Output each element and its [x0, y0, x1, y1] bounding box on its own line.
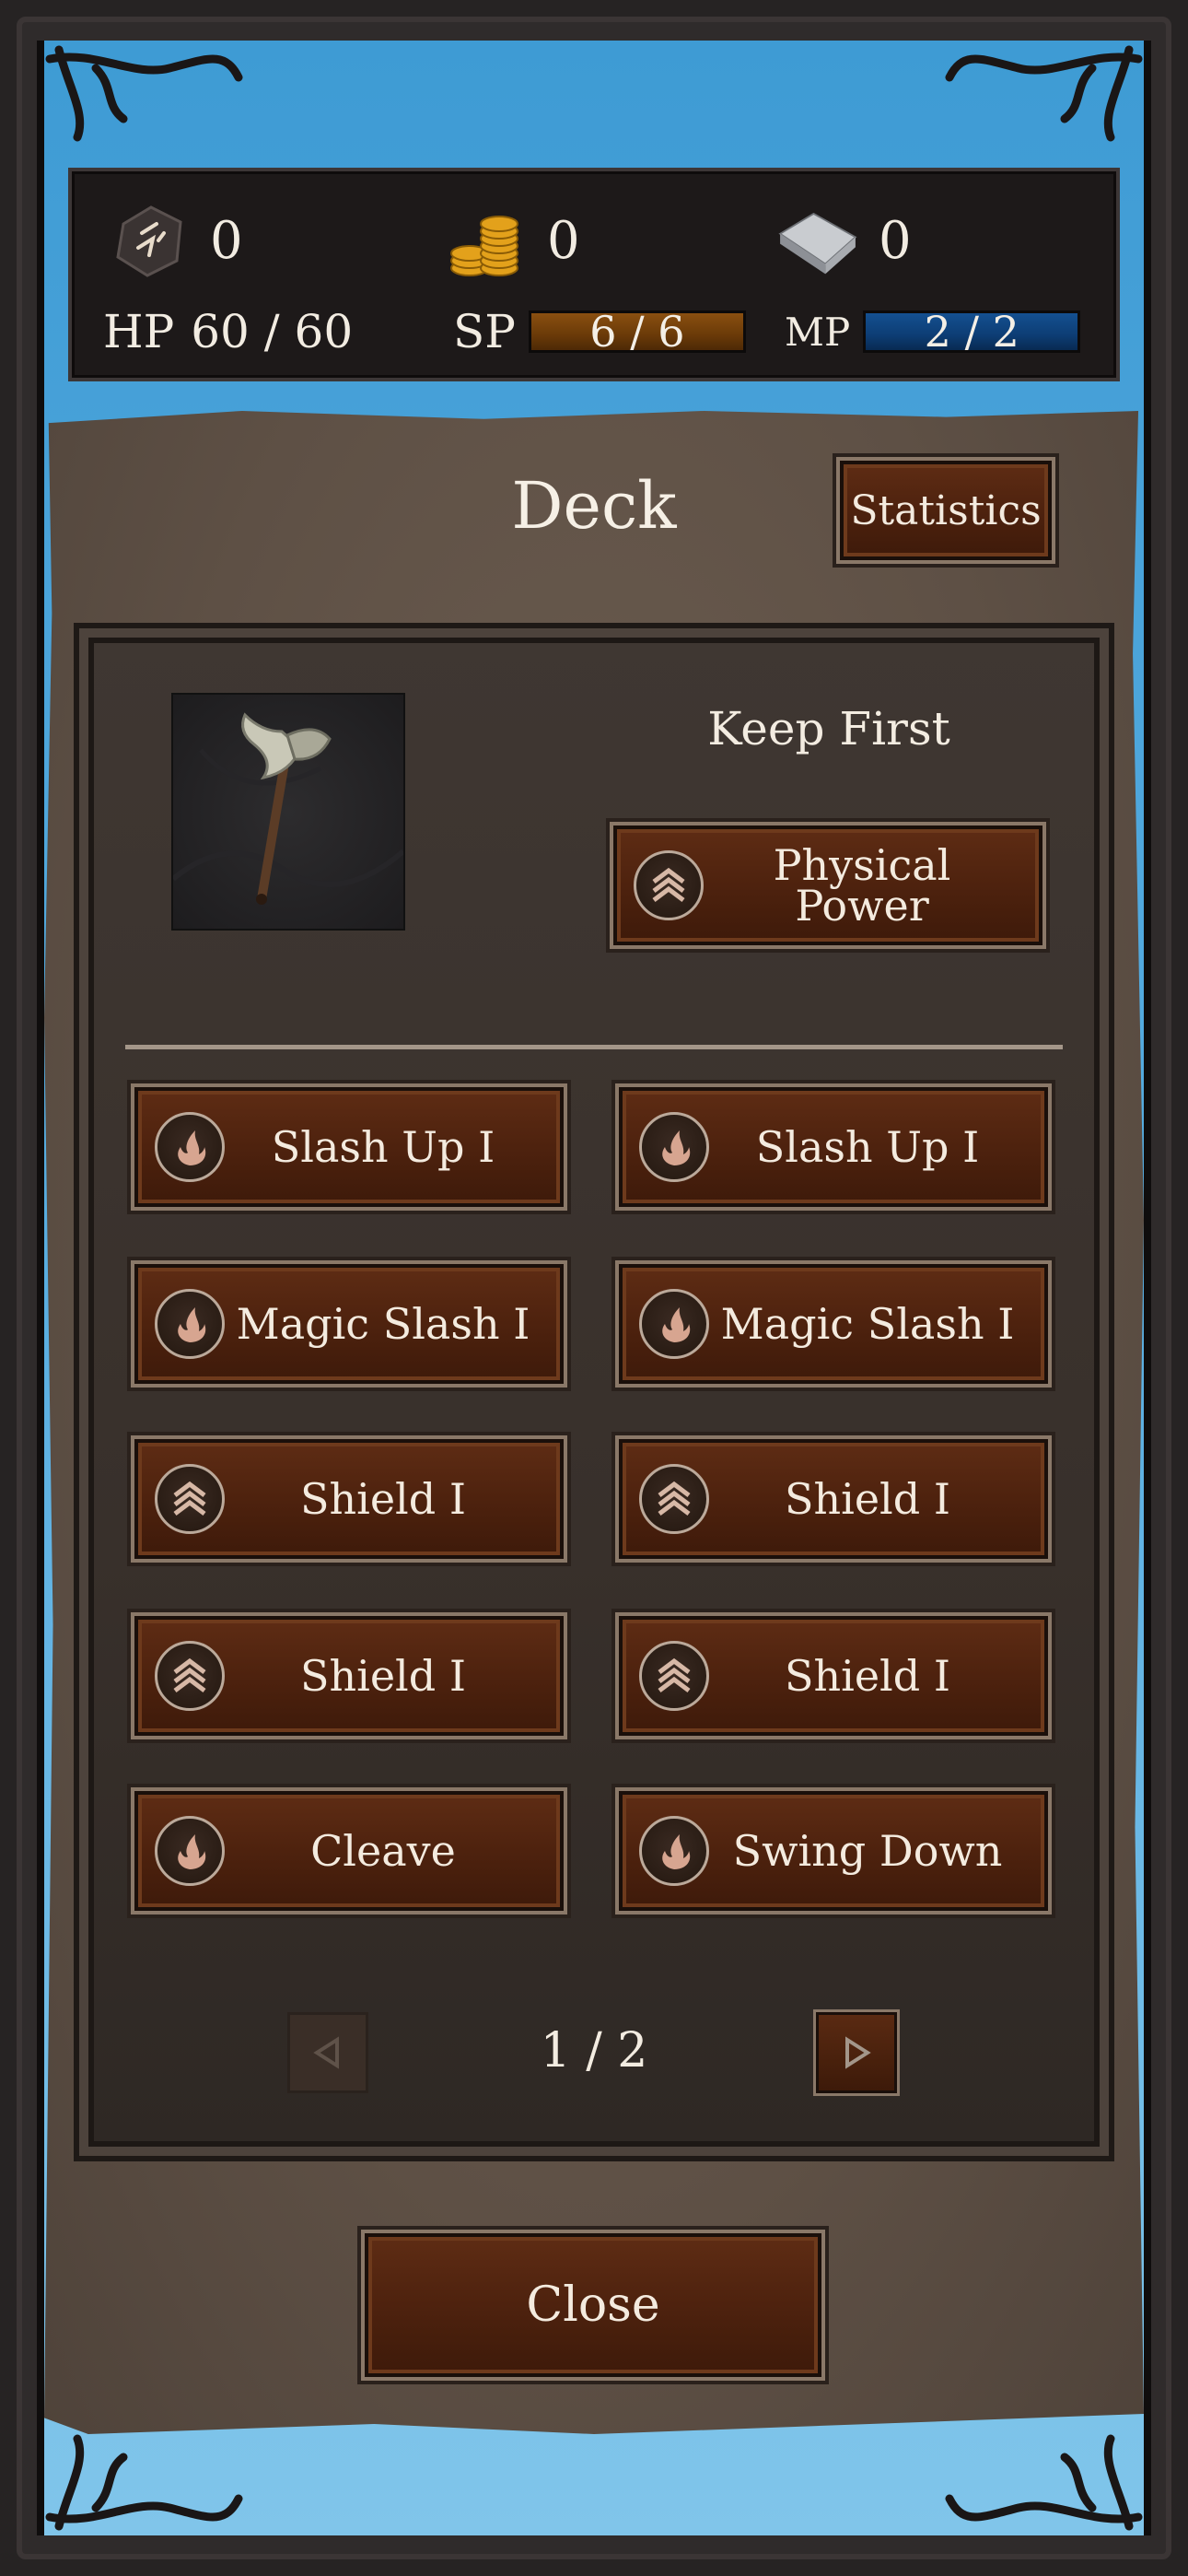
weapon-image [171, 693, 405, 931]
resource-gold: 0 [440, 199, 580, 282]
card-label: Slash Up I [271, 1122, 495, 1172]
deck-card[interactable]: Swing Down [619, 1791, 1048, 1911]
hp-value: 60 / 60 [191, 305, 354, 358]
deck-card[interactable]: Magic Slash I [134, 1264, 564, 1384]
gold-count: 0 [547, 210, 580, 271]
thorn-vine-decoration [41, 2434, 243, 2535]
flame-slash-icon [155, 1112, 225, 1182]
gold-coins-icon [440, 194, 532, 287]
page-indicator: 1 / 2 [540, 2023, 648, 2078]
sp-display: SP 6 / 6 [453, 302, 746, 361]
hp-display: HP 60 / 60 [103, 302, 353, 361]
divider [125, 1045, 1063, 1049]
thorn-vine-decoration [945, 41, 1147, 142]
rune-stone-icon [103, 194, 195, 287]
deck-card[interactable]: Magic Slash I [619, 1264, 1048, 1384]
flame-slash-icon [639, 1289, 709, 1359]
triangle-right-icon [845, 2036, 871, 2069]
sp-bar: 6 / 6 [528, 310, 746, 353]
keep-first-label: Keep First [707, 702, 950, 755]
resource-runes: 0 [103, 199, 243, 282]
deck-card[interactable]: Shield I [619, 1616, 1048, 1736]
mp-bar: 2 / 2 [863, 310, 1081, 353]
sp-label: SP [453, 305, 516, 358]
card-label: Shield I [784, 1651, 951, 1701]
deck-card[interactable]: Shield I [134, 1616, 564, 1736]
mp-value: 2 / 2 [924, 310, 1019, 353]
chevron-up-icon [639, 1641, 709, 1711]
battle-axe-icon [171, 712, 405, 905]
chevron-up-icon [634, 850, 704, 920]
flame-slash-icon [639, 1816, 709, 1886]
ingot-count: 0 [879, 210, 912, 271]
hp-label: HP [103, 305, 175, 358]
flame-slash-icon [155, 1816, 225, 1886]
statistics-button[interactable]: Statistics [840, 461, 1052, 560]
sp-value: 6 / 6 [589, 310, 685, 353]
thorn-vine-decoration [945, 2434, 1147, 2535]
next-page-button[interactable] [816, 2012, 897, 2093]
close-button[interactable]: Close [365, 2233, 821, 2377]
chevron-up-icon [155, 1464, 225, 1534]
thorn-vine-decoration [41, 41, 243, 142]
card-label: Slash Up I [755, 1122, 980, 1172]
runes-count: 0 [210, 210, 243, 271]
prev-page-button[interactable] [287, 2012, 368, 2093]
triangle-left-icon [313, 2036, 339, 2069]
resource-ingot: 0 [772, 199, 912, 282]
mp-label: MP [785, 309, 851, 355]
card-label: Physical Power [773, 840, 951, 931]
card-label: Magic Slash I [236, 1299, 530, 1349]
resource-bar: 0 0 0 HP 60 / 60 SP 6 / 6 MP 2 / 2 [68, 168, 1120, 381]
deck-card[interactable]: Slash Up I [619, 1087, 1048, 1207]
keep-first-card-physical-power[interactable]: Physical Power [613, 825, 1042, 945]
deck-card[interactable]: Shield I [619, 1439, 1048, 1559]
card-label: Swing Down [732, 1826, 1003, 1876]
deck-card[interactable]: Cleave [134, 1791, 564, 1911]
deck-card[interactable]: Shield I [134, 1439, 564, 1559]
deck-card[interactable]: Slash Up I [134, 1087, 564, 1207]
silver-ingot-icon [772, 194, 864, 287]
card-label: Shield I [784, 1474, 951, 1524]
mp-display: MP 2 / 2 [785, 302, 1081, 361]
flame-slash-icon [155, 1289, 225, 1359]
card-label: Shield I [299, 1651, 467, 1701]
card-label: Cleave [310, 1826, 456, 1876]
card-label: Magic Slash I [720, 1299, 1015, 1349]
flame-slash-icon [639, 1112, 709, 1182]
card-label: Shield I [299, 1474, 467, 1524]
chevron-up-icon [155, 1641, 225, 1711]
chevron-up-icon [639, 1464, 709, 1534]
